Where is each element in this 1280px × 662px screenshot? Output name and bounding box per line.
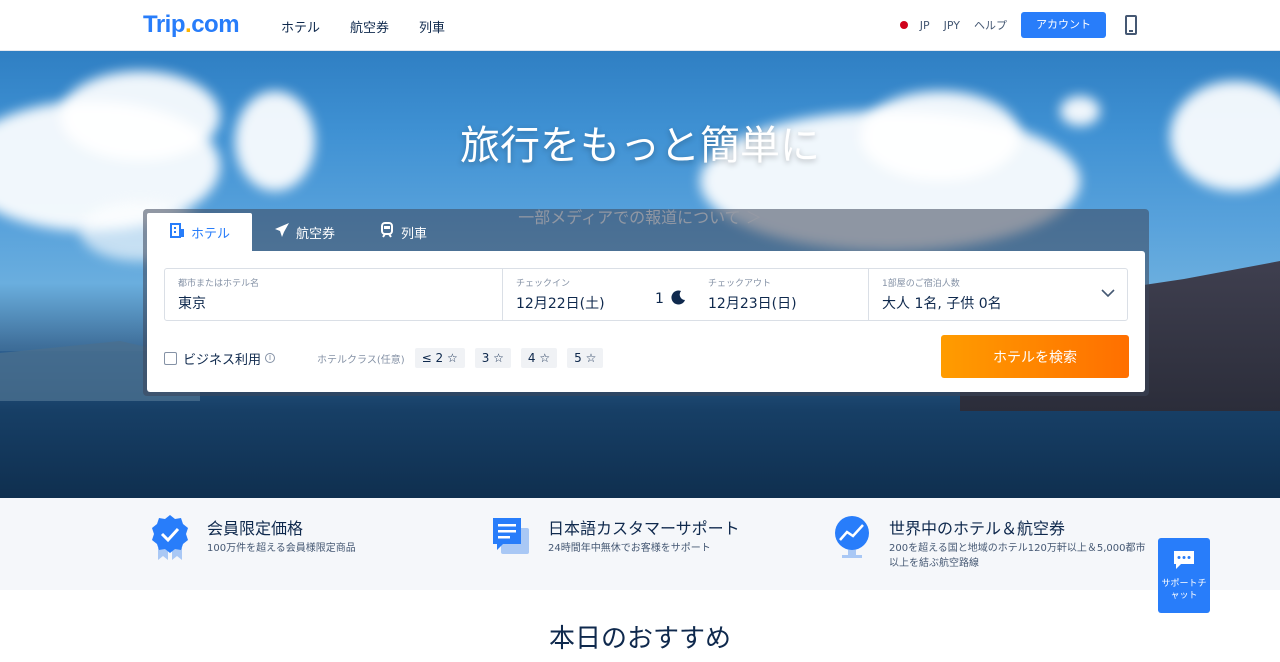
nights-value: 1 (655, 291, 664, 307)
destination-value: 東京 (178, 296, 206, 312)
star-filter-3[interactable]: 3 ☆ (474, 348, 511, 368)
feature-title: 日本語カスタマーサポート (548, 519, 740, 538)
options-row: ビジネス利用 i ホテルクラス(任意) ≤ 2 ☆ 3 ☆ 4 ☆ 5 ☆ (164, 347, 613, 369)
guests-value: 大人 1名, 子供 0名 (882, 296, 1002, 312)
tab-hotel-label: ホテル (191, 226, 231, 242)
chat-document-icon (491, 514, 531, 560)
destination-label: 都市またはホテル名 (178, 279, 260, 289)
train-icon (379, 222, 395, 242)
feature-desc: 200を超える国と地域のホテル120万軒以上＆5,000都市以上を結ぶ航空路線 (889, 543, 1146, 569)
badge-check-icon (150, 514, 190, 560)
hotel-class-label: ホテルクラス(任意) (317, 354, 405, 366)
hotel-search-button[interactable]: ホテルを検索 (941, 335, 1129, 378)
feature-title: 会員限定価格 (207, 519, 304, 538)
main-nav: ホテル 航空券 列車 (281, 17, 475, 36)
business-checkbox[interactable] (164, 351, 177, 365)
nights-count: 1 (655, 289, 686, 309)
tab-flights-label: 航空券 (296, 226, 336, 242)
chat-bubble-icon (1158, 550, 1210, 575)
search-tabs: ホテル 航空券 列車 (147, 213, 449, 251)
plane-icon (274, 222, 290, 242)
support-chat-label: サポートチャット (1161, 579, 1207, 601)
checkout-value: 12月23日(日) (708, 296, 797, 312)
feature-desc: 24時間年中無休でお客様をサポート (548, 543, 711, 554)
tab-hotel[interactable]: ホテル (147, 213, 253, 251)
japan-flag-icon (899, 21, 908, 29)
search-fields: 都市またはホテル名 東京 チェックイン 12月22日(土) 1 チェックアウト … (164, 268, 1128, 321)
guests-label: 1部屋のご宿泊人数 (882, 279, 960, 289)
search-panel: ホテル 航空券 列車 都市またはホテル名 東京 チェックイン 12月22日(土) (143, 209, 1149, 396)
moon-icon (670, 289, 686, 309)
currency-selector[interactable]: JPY (944, 19, 960, 32)
nav-flights[interactable]: 航空券 (350, 17, 389, 36)
tab-flights[interactable]: 航空券 (252, 213, 357, 251)
logo-text: Trip (143, 11, 186, 38)
mobile-app-icon[interactable] (1125, 15, 1137, 35)
checkout-field[interactable]: チェックアウト 12月23日(日) (695, 269, 868, 320)
star-filter-2[interactable]: ≤ 2 ☆ (414, 348, 465, 368)
star-filter-5[interactable]: 5 ☆ (567, 348, 604, 368)
star-filter-4[interactable]: 4 ☆ (520, 348, 558, 368)
trip-logo[interactable]: Trip.com (143, 11, 240, 39)
tab-trains-label: 列車 (401, 226, 428, 242)
top-header: Trip.com ホテル 航空券 列車 JP JPY ヘルプ アカウント (0, 0, 1280, 51)
hotel-icon (169, 222, 185, 242)
nav-hotel[interactable]: ホテル (281, 17, 320, 36)
info-icon[interactable]: i (265, 353, 276, 363)
hero-title: 旅行をもっと簡単に (460, 123, 820, 169)
globe-chart-icon (832, 514, 872, 560)
feature-desc: 100万件を超える会員様限定商品 (207, 543, 356, 554)
language-selector[interactable]: JP (920, 19, 930, 32)
account-button[interactable]: アカウント (1021, 12, 1106, 38)
guests-field[interactable]: 1部屋のご宿泊人数 大人 1名, 子供 0名 (869, 269, 1127, 320)
help-link[interactable]: ヘルプ (974, 17, 1007, 33)
chevron-down-icon[interactable] (1100, 283, 1116, 303)
recommend-title: 本日のおすすめ (548, 624, 731, 654)
nav-trains[interactable]: 列車 (419, 17, 445, 36)
features-strip: 会員限定価格 100万件を超える会員様限定商品 日本語カスタマーサポート 24時… (0, 498, 1280, 590)
checkin-field[interactable]: チェックイン 12月22日(土) (503, 269, 653, 320)
support-chat-button[interactable]: サポートチャット (1158, 538, 1210, 613)
feature-title: 世界中のホテル＆航空券 (889, 519, 1066, 538)
logo-tail: com (191, 11, 240, 38)
checkin-value: 12月22日(土) (516, 296, 605, 312)
destination-field[interactable]: 都市またはホテル名 東京 (165, 269, 502, 320)
header-right: JP JPY ヘルプ アカウント (899, 12, 1137, 38)
tab-trains[interactable]: 列車 (357, 213, 449, 251)
search-card: 都市またはホテル名 東京 チェックイン 12月22日(土) 1 チェックアウト … (147, 251, 1145, 392)
checkout-label: チェックアウト (708, 279, 772, 289)
business-label[interactable]: ビジネス利用 (183, 349, 261, 368)
checkin-label: チェックイン (516, 279, 571, 289)
